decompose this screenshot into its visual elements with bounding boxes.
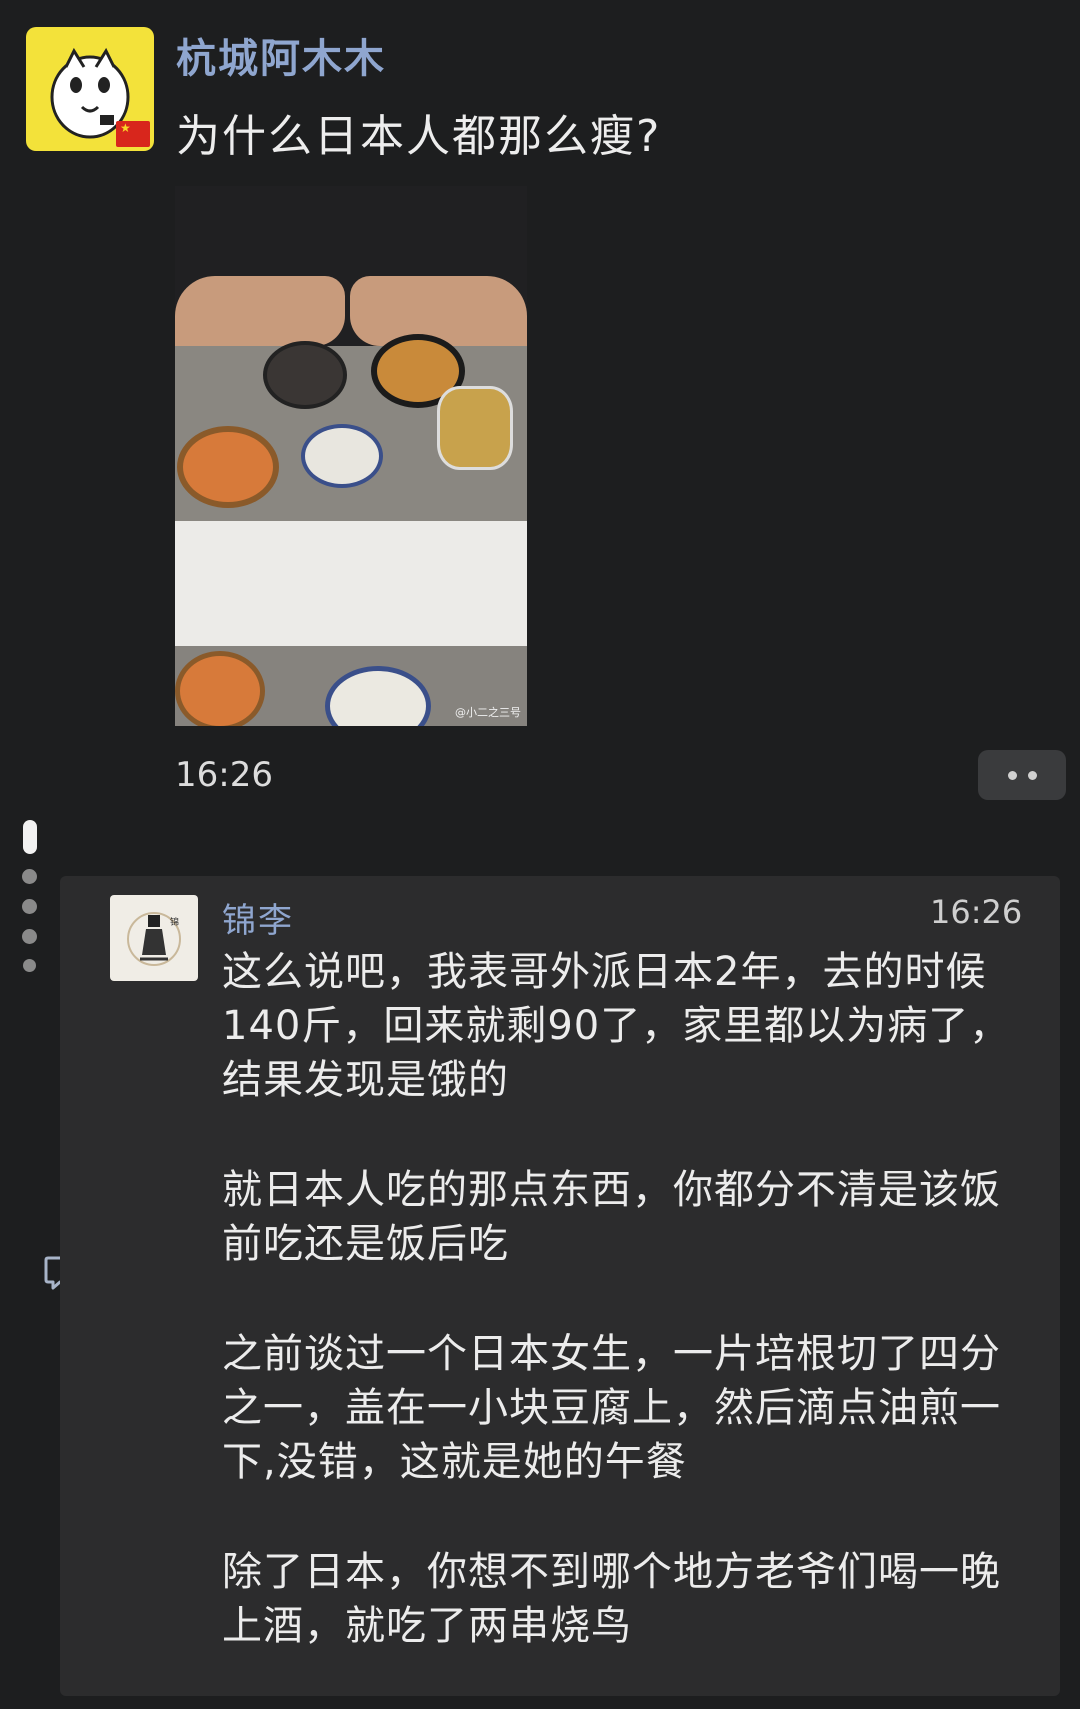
page-indicator-dot: [22, 899, 37, 914]
more-dots-icon: [1008, 771, 1017, 780]
original-post: 杭城阿木木 为什么日本人都那么瘦? @小二之三号 16:26: [0, 0, 1080, 860]
page-indicator: [22, 820, 38, 972]
reply-paragraph: 之前谈过一个日本女生，一片培根切了四分之一，盖在一小块豆腐上，然后滴点油煎一下,…: [222, 1331, 1001, 1485]
reply-avatar[interactable]: 锦: [110, 895, 198, 981]
reply-text: 这么说吧，我表哥外派日本2年，去的时候140斤，回来就剩90了，家里都以为病了，…: [222, 945, 1032, 1709]
photo-tofu-plate: [301, 424, 383, 488]
photo-marble-table: [175, 521, 527, 646]
photo-watermark: @小二之三号: [455, 706, 521, 719]
page-indicator-active: [23, 820, 37, 854]
post-photo[interactable]: @小二之三号: [175, 186, 527, 726]
page-indicator-dot: [23, 959, 36, 972]
svg-text:锦: 锦: [170, 916, 179, 928]
photo-tea-cup: [437, 386, 513, 470]
photo-salad-bowl: [177, 426, 279, 508]
reply-paragraph: 就日本人吃的那点东西，你都分不清是该饭前吃还是饭后吃: [222, 1167, 1001, 1267]
page-indicator-dot: [22, 929, 37, 944]
post-time: 16:26: [175, 755, 273, 795]
photo-arm-right: [350, 276, 527, 346]
page-indicator-dot: [22, 869, 37, 884]
more-dots-icon: [1028, 771, 1037, 780]
reply-paragraph: 这么说吧，我表哥外派日本2年，去的时候140斤，回来就剩90了，家里都以为病了，…: [222, 949, 1011, 1103]
post-author-name[interactable]: 杭城阿木木: [176, 26, 386, 84]
photo-arm-left: [175, 276, 345, 346]
post-text: 为什么日本人都那么瘦?: [176, 111, 662, 162]
reply-time: 16:26: [930, 893, 1023, 931]
ink-figure-avatar-image: 锦: [127, 912, 181, 966]
reply-paragraph: 除了日本，你想不到哪个地方老爷们喝一晚上酒，就吃了两串烧鸟: [222, 1549, 1001, 1649]
reply-author-name[interactable]: 锦李: [222, 893, 294, 942]
photo-salad-bowl-zoom: [175, 651, 265, 726]
photo-rice-bowl: [263, 341, 347, 409]
author-avatar[interactable]: [26, 27, 154, 151]
china-flag-icon: [116, 121, 150, 147]
more-options-button[interactable]: [978, 750, 1066, 800]
